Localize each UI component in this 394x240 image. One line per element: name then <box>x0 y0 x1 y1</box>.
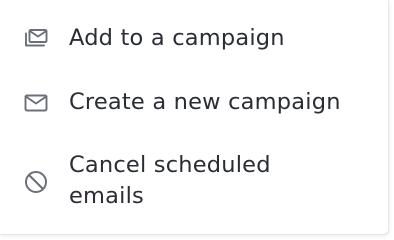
cancel-scheduled-emails-label: Cancel scheduled emails <box>69 150 271 212</box>
create-new-campaign-menu-item[interactable]: Create a new campaign <box>0 80 388 126</box>
add-to-campaign-menu-item[interactable]: Add to a campaign <box>0 16 388 62</box>
cancel-scheduled-emails-label-line-2: emails <box>69 183 144 209</box>
envelope-icon <box>22 89 50 117</box>
create-new-campaign-label: Create a new campaign <box>69 89 341 115</box>
cancel-scheduled-emails-menu-item[interactable]: Cancel scheduled emails <box>0 148 388 218</box>
cancel-icon <box>22 168 50 196</box>
add-to-campaign-label: Add to a campaign <box>69 25 285 51</box>
campaign-actions-menu: Add to a campaign Create a new campaign … <box>0 0 389 235</box>
cancel-scheduled-emails-label-line-1: Cancel scheduled <box>69 152 271 178</box>
stacked-mail-icon <box>22 25 50 53</box>
